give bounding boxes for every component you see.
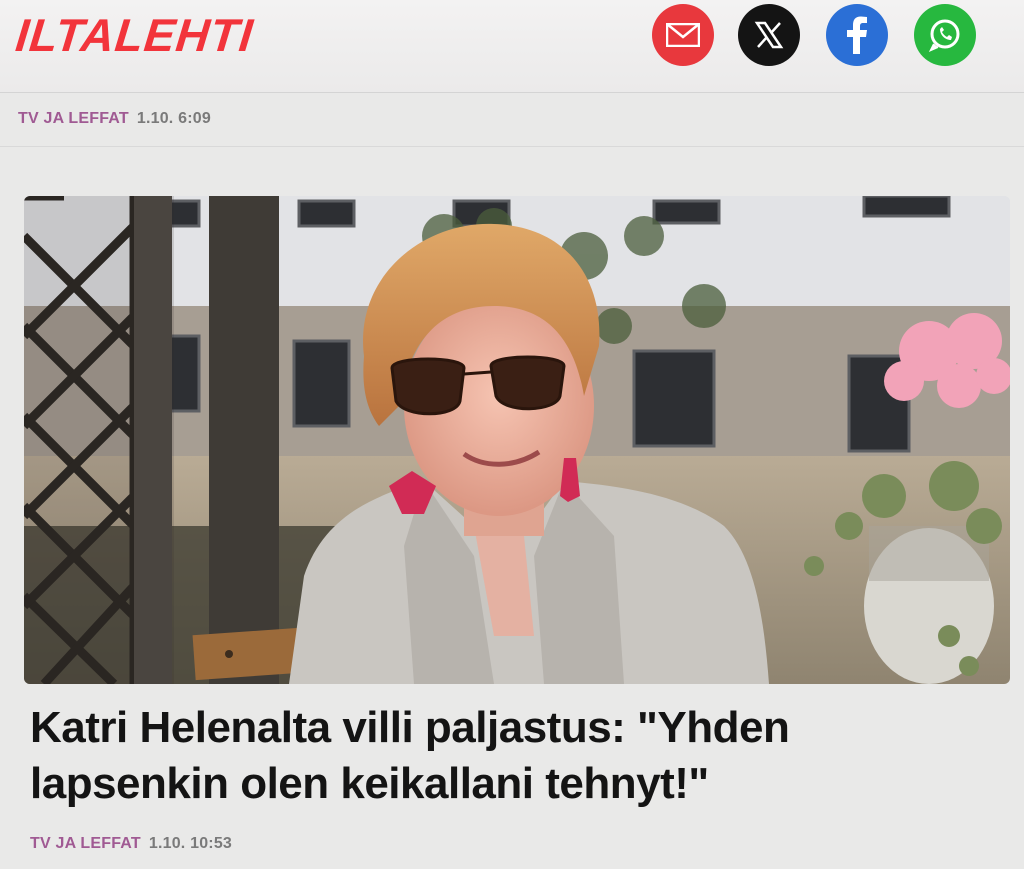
share-email-button[interactable] (652, 4, 714, 66)
share-x-button[interactable] (738, 4, 800, 66)
article-meta: TV JA LEFFAT 1.10. 10:53 (30, 835, 232, 853)
iltalehti-logo[interactable]: ILTALEHTI (13, 9, 256, 61)
divider (0, 146, 1024, 147)
category-label[interactable]: TV JA LEFFAT (18, 110, 129, 127)
article-hero-image[interactable] (24, 196, 1010, 684)
facebook-icon (847, 16, 867, 54)
portrait-photo (24, 196, 1010, 684)
timestamp: 1.10. 10:53 (148, 835, 233, 852)
timestamp: 1.10. 6:09 (136, 110, 211, 127)
share-whatsapp-button[interactable] (914, 4, 976, 66)
x-logo-icon (754, 21, 784, 49)
category-label[interactable]: TV JA LEFFAT (30, 835, 141, 852)
article-headline[interactable]: Katri Helenalta villi paljastus: "Yhden … (30, 700, 930, 812)
site-header: ILTALEHTI (0, 0, 1024, 93)
envelope-icon (666, 23, 700, 47)
share-facebook-button[interactable] (826, 4, 888, 66)
whatsapp-icon (928, 19, 960, 52)
previous-article-meta: TV JA LEFFAT 1.10. 6:09 (18, 110, 211, 128)
